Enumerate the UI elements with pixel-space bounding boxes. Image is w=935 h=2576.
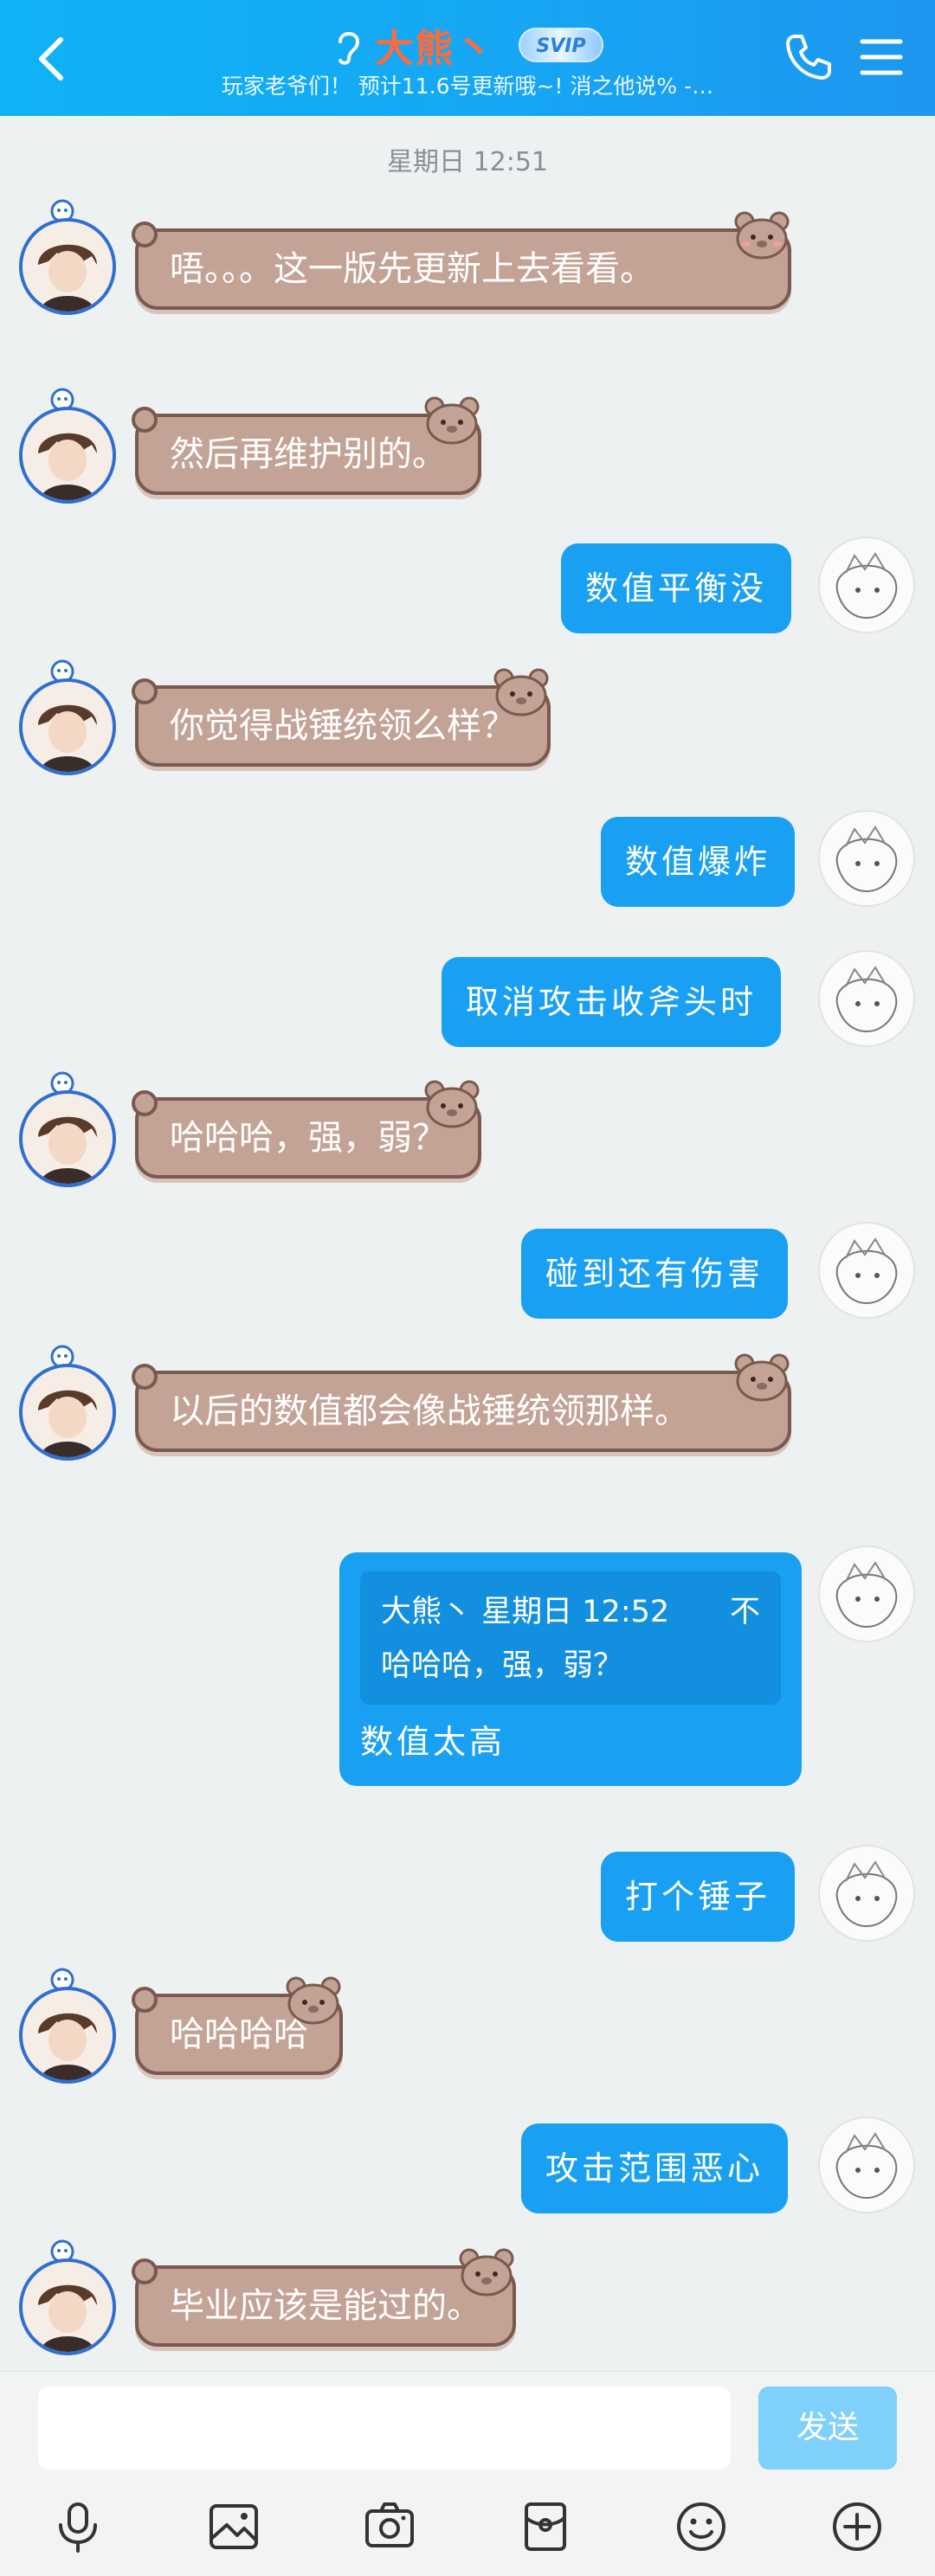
earpiece-mode-icon (339, 32, 360, 65)
message-text: 攻击范围恶心 (545, 2149, 764, 2187)
bear-face-icon (286, 1976, 341, 2025)
contact-avatar[interactable] (19, 678, 116, 775)
message-text: 打个锤子 (625, 1878, 771, 1916)
self-avatar[interactable] (818, 2117, 915, 2213)
avatar-image (835, 2132, 898, 2200)
message-text: 以后的数值都会像战锤统领那样。 (170, 1391, 689, 1431)
phone-call-icon[interactable] (783, 31, 835, 83)
red-packet-icon[interactable] (518, 2499, 573, 2554)
sent-message-bubble[interactable]: 攻击范围恶心 (521, 2123, 789, 2213)
message-text: 数值平衡没 (585, 569, 768, 607)
bear-face-icon (734, 1353, 790, 1402)
avatar-image (23, 682, 113, 772)
quote-author: 大熊丶 (381, 1595, 473, 1629)
sent-message-bubble[interactable]: 取消攻击收斧头时 (442, 957, 782, 1047)
avatar-image (23, 1367, 113, 1457)
received-message-bubble[interactable]: 哈哈哈，强，弱？ (132, 1080, 481, 1179)
contact-avatar[interactable] (19, 218, 116, 315)
quoted-message[interactable]: 大熊丶 星期日 12:52 不 哈哈哈，强，弱？ (360, 1571, 781, 1705)
self-avatar[interactable] (818, 1222, 915, 1319)
bear-ear-decoration (132, 678, 158, 704)
microphone-icon[interactable] (50, 2499, 106, 2554)
contact-avatar[interactable] (19, 2258, 116, 2355)
message-text: 唔。。。这一版先更新上去看看。 (170, 249, 654, 289)
avatar-image (23, 2262, 113, 2352)
received-message-bubble[interactable]: 毕业应该是能过的。 (132, 2248, 516, 2347)
bear-ear-decoration (132, 222, 158, 247)
received-message-bubble[interactable]: 哈哈哈哈 (132, 1976, 343, 2075)
message-text: 数值太高 (360, 1723, 506, 1761)
bear-face-icon (493, 668, 549, 716)
chat-header: 大熊丶 SVIP 玩家老爷们！ 预计11.6号更新哦~! 消之他说% -… (0, 0, 935, 116)
avatar-image (835, 552, 898, 620)
received-message-bubble[interactable]: 唔。。。这一版先更新上去看看。 (132, 211, 791, 310)
avatar-image (23, 410, 113, 500)
photo-icon[interactable] (206, 2499, 261, 2554)
avatar-image (23, 1990, 113, 2080)
bear-face-icon (424, 1080, 480, 1128)
bear-ear-decoration (132, 1987, 158, 2013)
plus-icon[interactable] (829, 2499, 885, 2554)
self-avatar[interactable] (818, 1545, 915, 1642)
message-text: 毕业应该是能过的。 (170, 2286, 481, 2326)
chat-timestamp: 星期日 12:51 (387, 147, 548, 177)
self-avatar[interactable] (818, 1845, 915, 1942)
camera-icon[interactable] (362, 2499, 417, 2554)
received-message-bubble[interactable]: 你觉得战锤统领么样？ (132, 668, 551, 767)
message-text: 数值爆炸 (625, 843, 771, 881)
contact-avatar[interactable] (19, 407, 116, 504)
bear-face-icon (734, 211, 790, 260)
avatar-image (23, 222, 113, 312)
message-text: 碰到还有伤害 (545, 1255, 764, 1293)
avatar-image (23, 1094, 113, 1184)
message-text: 你觉得战锤统领么样？ (170, 706, 516, 746)
self-avatar[interactable] (818, 950, 915, 1047)
sent-message-bubble[interactable]: 数值平衡没 (561, 543, 792, 633)
menu-icon[interactable] (855, 33, 907, 81)
sent-message-bubble[interactable]: 数值爆炸 (601, 817, 796, 907)
avatar-image (835, 1237, 898, 1305)
svip-badge: SVIP (519, 28, 603, 62)
received-message-bubble[interactable]: 然后再维护别的。 (132, 396, 481, 495)
quote-time: 星期日 12:52 (481, 1595, 670, 1629)
avatar-image (835, 1860, 898, 1928)
quote-header: 大熊丶 星期日 12:52 不 (381, 1585, 760, 1639)
self-avatar[interactable] (818, 810, 915, 907)
avatar-image (835, 966, 898, 1033)
avatar-image (835, 825, 898, 893)
bear-ear-decoration (132, 1364, 158, 1390)
bear-ear-decoration (132, 1090, 158, 1116)
contact-avatar[interactable] (19, 1987, 116, 2084)
bear-face-icon (459, 2248, 514, 2297)
bear-ear-decoration (132, 407, 158, 433)
quote-extra: 不 (729, 1595, 760, 1629)
bear-face-icon (424, 396, 480, 445)
send-button[interactable]: 发送 (758, 2386, 897, 2470)
contact-name[interactable]: 大熊丶 (375, 17, 494, 73)
message-text: 取消攻击收斧头时 (466, 983, 758, 1021)
quote-text: 哈哈哈，强，弱？ (381, 1648, 624, 1683)
message-text: 哈哈哈，强，弱？ (170, 1118, 447, 1158)
contact-avatar[interactable] (19, 1364, 116, 1461)
sent-message-bubble[interactable]: 打个锤子 (601, 1852, 796, 1942)
sent-reply-bubble[interactable]: 大熊丶 星期日 12:52 不 哈哈哈，强，弱？ 数值太高 (339, 1552, 802, 1786)
avatar-image (835, 1561, 898, 1628)
received-message-bubble[interactable]: 以后的数值都会像战锤统领那样。 (132, 1353, 791, 1452)
message-input[interactable] (38, 2386, 731, 2470)
emoji-icon[interactable] (674, 2499, 729, 2554)
quote-meta: 大熊丶 星期日 12:52 (381, 1585, 669, 1639)
sent-message-bubble[interactable]: 碰到还有伤害 (521, 1229, 789, 1319)
self-avatar[interactable] (818, 536, 915, 633)
message-text: 然后再维护别的。 (170, 434, 447, 474)
contact-avatar[interactable] (19, 1090, 116, 1187)
bear-ear-decoration (132, 2258, 158, 2284)
